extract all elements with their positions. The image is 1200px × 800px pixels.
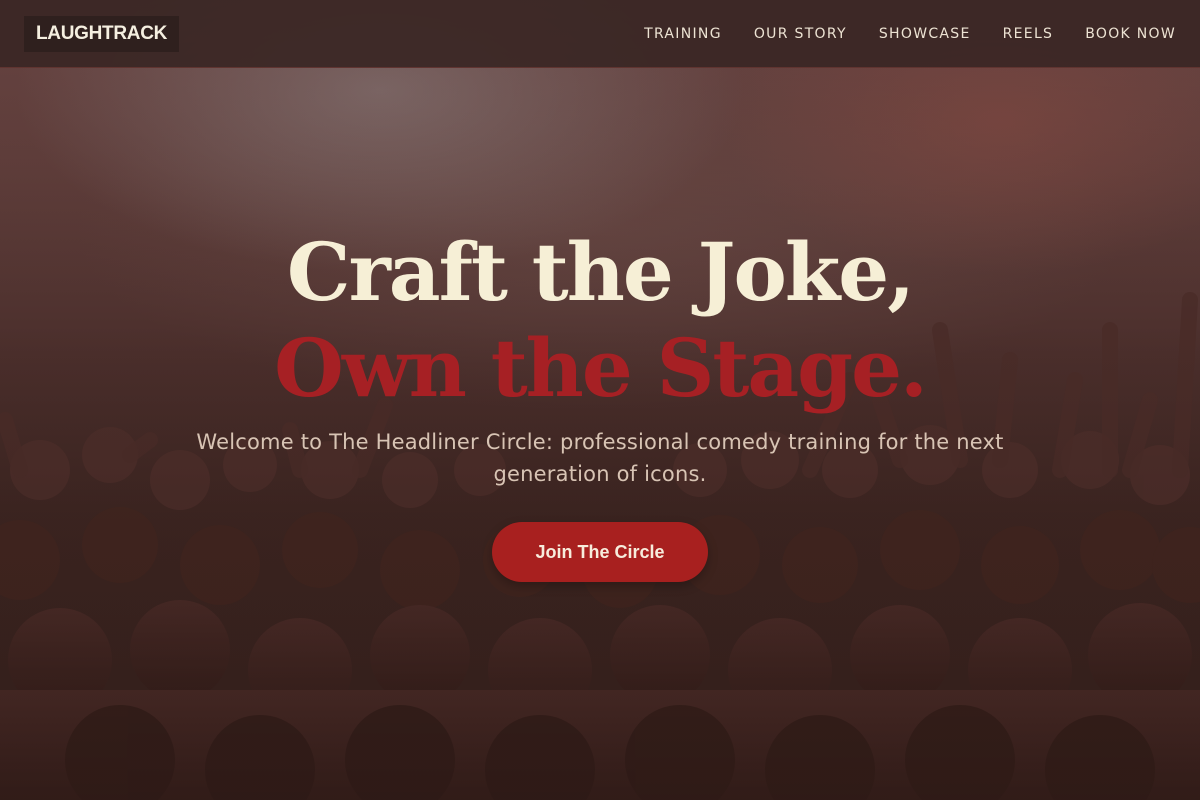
nav-item-reels[interactable]: REELS [1003,26,1054,42]
top-navbar: LAUGHTRACK TRAINING OUR STORY SHOWCASE R… [0,0,1200,68]
join-circle-button[interactable]: Join The Circle [492,522,708,582]
main-nav: TRAINING OUR STORY SHOWCASE REELS BOOK N… [644,0,1176,68]
hero-subtitle: Welcome to The Headliner Circle: profess… [196,430,1004,486]
nav-item-showcase[interactable]: SHOWCASE [879,26,971,42]
nav-item-our-story[interactable]: OUR STORY [754,26,847,42]
brand-logo[interactable]: LAUGHTRACK [24,16,180,52]
nav-item-training[interactable]: TRAINING [644,26,722,42]
hero-headline-line1: Craft the Joke, [286,225,915,319]
nav-item-book-now[interactable]: BOOK NOW [1085,26,1176,42]
hero-headline-line2: Own the Stage. [274,321,928,415]
